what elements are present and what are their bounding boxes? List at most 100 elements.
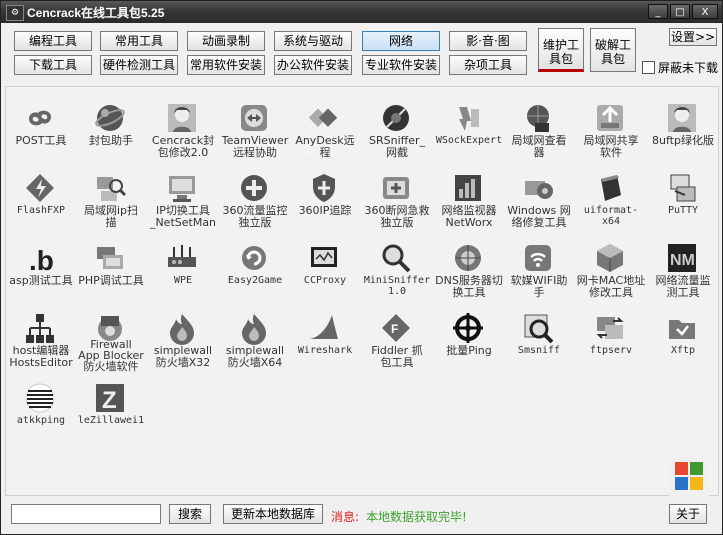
tool-item-label: 网卡MAC地址 修改工具 [576,275,646,299]
tab-system-driver[interactable]: 系统与驱动 [274,31,352,51]
tool-item-label: Windows 网 络修复工具 [507,205,571,229]
tool-item[interactable]: AnyDesk远程 协助软件 [290,95,360,161]
tab-office-install[interactable]: 办公软件安装 [274,55,352,75]
tool-item[interactable]: MiniSniffer 1.0 [362,235,432,301]
search-input[interactable] [11,504,161,524]
category-toolbar: 编程工具 常用工具 动画录制 系统与驱动 网络 影·音·图 下载工具 硬件检测工… [6,25,719,81]
dns-icon [455,245,481,271]
tool-item[interactable]: 360IP追踪 [290,165,360,231]
tool-item[interactable]: POST工具 [6,95,76,161]
settings-button[interactable]: 设置>> [669,28,717,46]
tool-item[interactable]: Windows 网 络修复工具 [504,165,574,231]
wifi-icon [525,245,551,271]
tool-item-label: 局域网共享 软件 [583,135,639,159]
tool-item-label: 网络流量监 测工具 [655,275,711,299]
link-icon [29,110,51,126]
anydesk-icon [308,108,338,127]
tool-item[interactable]: 网络监视器 NetWorx [434,165,504,231]
flame-icon [170,314,194,345]
tool-item[interactable]: 网卡MAC地址 修改工具 [576,235,646,301]
hide-undownloaded-checkbox[interactable]: 屏蔽未下载 [642,59,718,76]
tool-item[interactable]: .b asp测试工具 [6,235,76,301]
tool-item-label: Easy2Game [227,275,283,286]
tool-item-label: uiformat-x64 [583,205,639,227]
tool-item-label: Cencrack封 包修改2.0 [151,135,215,159]
tab-common-install[interactable]: 常用软件安装 [187,55,265,75]
tab-network[interactable]: 网络 [362,31,440,51]
tab-crack[interactable]: 破解工 具包 [590,28,636,72]
tool-item[interactable]: PuTTY [648,165,718,231]
tool-item[interactable]: DNS服务器切 换工具 [434,235,504,301]
tool-item[interactable]: 批量Ping [434,305,504,371]
tool-item-label: 软媒WIFI助 手 [510,275,568,299]
tool-item-label: 批量Ping [446,345,492,357]
tool-item[interactable]: Easy2Game [220,235,290,301]
tool-item[interactable]: TeamViewer 远程协助 [220,95,290,161]
tab-maintenance[interactable]: 维护工 具包 [538,28,584,72]
tab-misc[interactable]: 杂项工具 [449,55,527,75]
minimize-button[interactable]: _ [648,4,668,19]
tab-pro-install[interactable]: 专业软件安装 [362,55,440,75]
search-button[interactable]: 搜索 [169,504,211,524]
tool-item[interactable]: Xftp [648,305,718,371]
tool-item[interactable]: PHP调试工具 [76,235,146,301]
sniffer-icon [383,105,409,131]
tool-item[interactable]: NM 网络流量监 测工具 [648,235,718,301]
tool-item-label: 360流量监控 独立版 [222,205,288,229]
tool-item[interactable]: 360流量监控 独立版 [220,165,290,231]
tool-item[interactable]: 8uftp绿化版 [648,95,718,161]
tool-item[interactable]: F Fiddler 抓 包工具 [362,305,432,371]
tool-item[interactable]: simplewall 防火墙X32 [148,305,218,371]
tool-item[interactable]: IP切换工具 _NetSetMan [148,165,218,231]
tool-item[interactable]: uiformat-x64 [576,165,646,231]
tool-item[interactable]: Smsniff [504,305,574,371]
tool-item[interactable]: WPE [148,235,218,301]
magnifier-icon [382,244,411,273]
tool-item[interactable]: host编辑器 HostsEditor [6,305,76,371]
tool-item[interactable]: 软媒WIFI助 手 [504,235,574,301]
tool-item[interactable]: WSockExpert [434,95,504,161]
maximize-button[interactable]: □ [670,4,690,19]
title-bar[interactable]: ⚙ Cencrack在线工具包5.25 _ □ X [1,1,722,23]
checkbox-label: 屏蔽未下载 [658,61,719,75]
tool-grid: POST工具 封包助手 Cencrack封 包修改2.0 TeamViewer 远程协… [5,86,719,496]
tool-item-label: WSockExpert [435,135,503,146]
tab-download[interactable]: 下载工具 [14,55,92,75]
tool-item-label: SRSniffer_ 网截 [368,135,425,159]
about-button[interactable]: 关于 [669,504,707,524]
tool-item[interactable]: ZleZillawei1 [76,375,146,441]
update-db-button[interactable]: 更新本地数据库 [223,504,323,524]
checkbox-box[interactable] [642,61,655,74]
close-button[interactable]: X [692,4,718,19]
tool-item[interactable]: Cencrack封 包修改2.0 [148,95,218,161]
tool-item[interactable]: SRSniffer_ 网截 [362,95,432,161]
tool-item[interactable]: atkkping [6,375,76,441]
avatar-icon [668,104,696,132]
tab-common-tools[interactable]: 常用工具 [100,31,178,51]
tool-item[interactable]: simplewall 防火墙X64 [220,305,290,371]
orb-icon [95,105,125,131]
message-label: 消息: [331,510,360,524]
tool-item[interactable]: Wireshark [290,305,360,371]
tab-media[interactable]: 影·音·图 [449,31,527,51]
tool-item[interactable]: Firewall App Blocker 防火墙软件 [76,305,146,372]
tool-item[interactable]: 局域网ip扫 描 [76,165,146,231]
tab-animation[interactable]: 动画录制 [187,31,265,51]
tool-item-label: leZillawei1 [77,415,145,426]
lan-icon [527,105,549,132]
tool-item[interactable]: ftpserv [576,305,646,371]
tab-hardware[interactable]: 硬件检测工具 [100,55,178,75]
tab-programming[interactable]: 编程工具 [14,31,92,51]
tool-item[interactable]: 局域网共享 软件 [576,95,646,161]
tool-item[interactable]: FlashFXP [6,165,76,231]
tool-item-label: 封包助手 [89,135,133,147]
tool-item[interactable]: 封包助手 [76,95,146,161]
disc-icon [25,383,55,413]
cylinder-icon [601,175,621,201]
tool-item-label: Xftp [670,345,696,356]
network-tree-icon [26,314,54,343]
svg-text:Z: Z [102,387,117,414]
tool-item[interactable]: CCProxy [290,235,360,301]
tool-item[interactable]: 360断网急救 独立版 [362,165,432,231]
tool-item[interactable]: 局域网查看 器 [504,95,574,161]
